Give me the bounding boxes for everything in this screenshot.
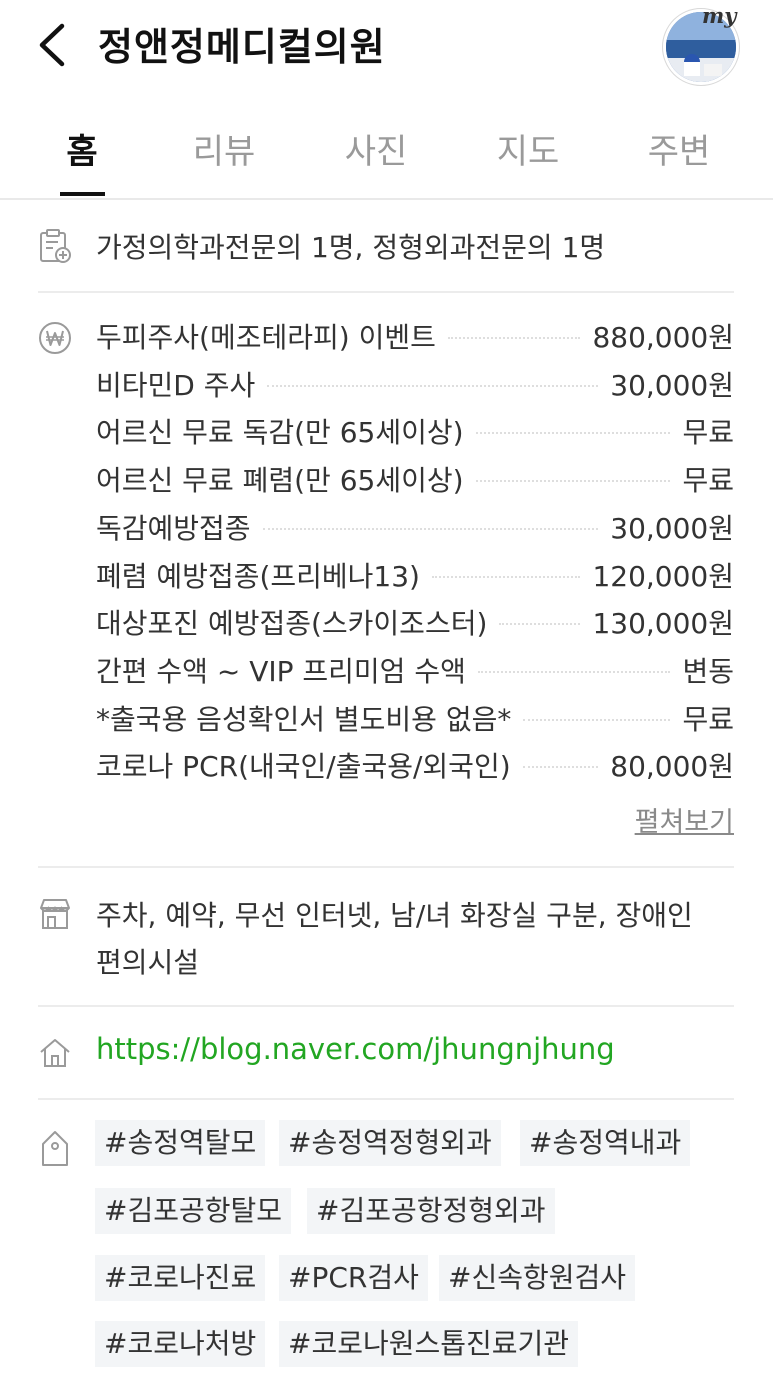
price-leader-dots <box>477 670 671 673</box>
tab-map[interactable]: 지도 <box>468 124 588 173</box>
hashtag-chip[interactable]: #김포공항탈모 <box>95 1188 292 1234</box>
hashtag-chip[interactable]: #코로나원스톱진료기관 <box>279 1321 579 1367</box>
tags-section: #송정역탈모 #송정역정형외과 #송정역내과 #김포공항탈모 #김포공항정형외과… <box>38 1120 734 1373</box>
divider <box>38 1098 734 1100</box>
price-row: 독감예방접종 30,000원 <box>96 507 734 547</box>
price-item-name: 두피주사(메조테라피) 이벤트 <box>96 321 436 354</box>
price-item-value: 120,000원 <box>592 559 734 593</box>
price-item-name: 어르신 무료 독감(만 65세이상) <box>96 416 464 450</box>
facilities-line-2: 편의시설 <box>96 946 200 979</box>
app-header: 정앤정메디컬의원 my <box>0 0 773 95</box>
price-row: 폐렴 예방접종(프리베나13) 120,000원 <box>96 555 734 595</box>
doctors-text: 가정의학과전문의 1명, 정형외과전문의 1명 <box>96 231 606 264</box>
homepage-section: https://blog.naver.com/jhungnjhung <box>38 1032 734 1074</box>
hashtag-chip[interactable]: #코로나처방 <box>95 1321 266 1367</box>
price-leader-dots <box>522 766 599 769</box>
price-row: 어르신 무료 독감(만 65세이상) 무료 <box>96 411 734 451</box>
tab-reviews[interactable]: 리뷰 <box>164 124 284 173</box>
facilities-text: 주차, 예약, 무선 인터넷, 남/녀 화장실 구분, 장애인 편의시설 <box>96 892 693 986</box>
price-leader-dots <box>262 527 599 530</box>
hashtag-chip[interactable]: #송정역내과 <box>520 1120 691 1166</box>
hashtag-chip[interactable]: #김포공항정형외과 <box>307 1188 555 1234</box>
price-row: 비타민D 주사 30,000원 <box>96 364 734 404</box>
price-leader-dots <box>499 623 581 626</box>
price-item-value: 무료 <box>682 702 734 736</box>
price-leader-dots <box>447 337 581 339</box>
price-item-value: 무료 <box>682 416 734 450</box>
price-leader-dots <box>267 384 599 387</box>
price-item-value: 30,000원 <box>610 511 734 545</box>
my-badge: my <box>702 3 737 28</box>
home-icon <box>38 1036 72 1070</box>
divider <box>38 866 734 868</box>
price-leader-dots <box>431 575 581 578</box>
price-item-name: 비타민D 주사 <box>96 368 256 402</box>
price-item-value: 130,000원 <box>592 607 734 641</box>
hashtag-chip[interactable]: #PCR검사 <box>279 1255 428 1301</box>
price-row: 대상포진 예방접종(스카이조스터) 130,000원 <box>96 602 734 642</box>
price-row: 코로나 PCR(내국인/출국용/외국인) 80,000원 <box>96 745 734 785</box>
active-tab-indicator <box>60 192 105 196</box>
tag-icon <box>38 1130 72 1166</box>
page-title: 정앤정메디컬의원 <box>98 25 386 69</box>
price-row: 두피주사(메조테라피) 이벤트 880,000원 <box>96 316 734 356</box>
tab-nearby[interactable]: 주변 <box>619 124 739 173</box>
tab-bar: 홈 리뷰 사진 지도 주변 <box>0 104 773 200</box>
back-arrow-icon[interactable] <box>34 22 74 68</box>
doctors-section: 가정의학과전문의 1명, 정형외과전문의 1명 <box>38 226 734 266</box>
divider <box>38 291 734 293</box>
hashtag-chip[interactable]: #송정역정형외과 <box>279 1120 501 1166</box>
divider <box>38 1005 734 1007</box>
price-row: 어르신 무료 폐렴(만 65세이상) 무료 <box>96 459 734 499</box>
hashtag-chip[interactable]: #송정역탈모 <box>95 1120 266 1166</box>
price-item-name: 어르신 무료 폐렴(만 65세이상) <box>96 464 464 498</box>
price-item-name: 코로나 PCR(내국인/출국용/외국인) <box>96 750 511 784</box>
price-item-value: 무료 <box>682 464 734 498</box>
price-leader-dots <box>475 480 671 483</box>
clipboard-medical-icon <box>38 228 72 263</box>
price-item-value: 80,000원 <box>610 750 734 784</box>
tab-photos[interactable]: 사진 <box>316 124 436 173</box>
price-row: 간편 수액 ~ VIP 프리미엄 수액 변동 <box>96 650 734 690</box>
won-currency-icon <box>38 321 72 355</box>
price-item-name: 간편 수액 ~ VIP 프리미엄 수액 <box>96 654 466 688</box>
price-item-name: *출국용 음성확인서 별도비용 없음* <box>96 702 512 736</box>
price-item-name: 폐렴 예방접종(프리베나13) <box>96 559 420 593</box>
price-leader-dots <box>475 432 671 435</box>
facilities-section: 주차, 예약, 무선 인터넷, 남/녀 화장실 구분, 장애인 편의시설 <box>38 892 734 982</box>
price-item-name: 대상포진 예방접종(스카이조스터) <box>96 607 488 641</box>
price-item-value: 변동 <box>682 654 734 688</box>
price-section: 두피주사(메조테라피) 이벤트 880,000원 비타민D 주사 30,000원 어르신… <box>38 314 734 844</box>
price-item-value: 880,000원 <box>592 321 734 354</box>
price-item-name: 독감예방접종 <box>96 511 251 545</box>
hashtag-chip[interactable]: #신속항원검사 <box>439 1255 636 1301</box>
price-leader-dots <box>523 718 671 721</box>
price-row: *출국용 음성확인서 별도비용 없음* 무료 <box>96 698 734 738</box>
facilities-line-1: 주차, 예약, 무선 인터넷, 남/녀 화장실 구분, 장애인 <box>96 899 693 932</box>
homepage-link[interactable]: https://blog.naver.com/jhungnjhung <box>96 1032 615 1066</box>
tab-home[interactable]: 홈 <box>22 124 142 173</box>
hashtag-chip[interactable]: #코로나진료 <box>95 1255 266 1301</box>
price-item-value: 30,000원 <box>610 368 734 402</box>
expand-more-link[interactable]: 펼쳐보기 <box>635 800 734 839</box>
store-icon <box>38 897 72 931</box>
